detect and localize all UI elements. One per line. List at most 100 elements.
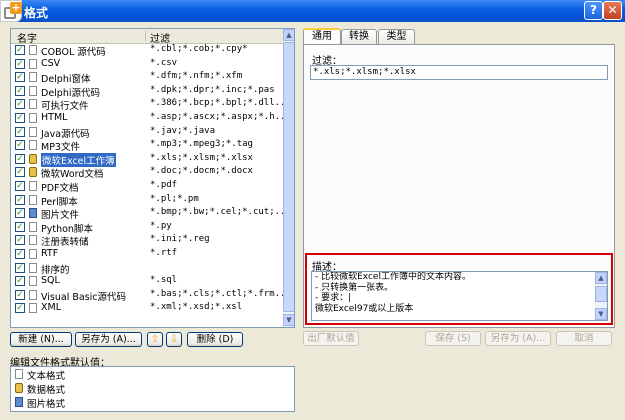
format-filter: *.rtf bbox=[150, 247, 178, 258]
scroll-thumb[interactable] bbox=[595, 286, 607, 302]
format-filter: *.py bbox=[150, 220, 172, 231]
enabled-checkbox[interactable]: ✓ bbox=[15, 153, 25, 164]
format-filter: *.pl;*.pm bbox=[150, 193, 199, 204]
scroll-down-arrow-icon[interactable]: ▼ bbox=[595, 308, 607, 320]
close-button[interactable]: ✕ bbox=[603, 1, 622, 20]
enabled-checkbox[interactable]: ✓ bbox=[15, 262, 25, 273]
enabled-checkbox[interactable]: ✓ bbox=[15, 221, 25, 232]
list-item[interactable]: ✓ Delphi源代码 *.dpk;*.dpr;*.inc;*.pas bbox=[11, 85, 283, 99]
title-bar: + 格式 ? ✕ bbox=[0, 0, 625, 22]
enabled-checkbox[interactable]: ✓ bbox=[15, 235, 25, 246]
format-name: Delphi窗体 bbox=[41, 74, 91, 86]
list-item[interactable]: ✓ Python脚本 *.py bbox=[11, 221, 283, 235]
enabled-checkbox[interactable]: ✓ bbox=[15, 85, 25, 96]
format-filter: *.doc;*.docm;*.docx bbox=[150, 166, 253, 177]
tab-general[interactable]: 通用 bbox=[303, 28, 341, 45]
enabled-checkbox[interactable]: ✓ bbox=[15, 194, 25, 205]
format-filter: *.bas;*.cls;*.ctl;*.frm... bbox=[150, 288, 291, 299]
delete-button[interactable]: 删除 (D) bbox=[187, 332, 243, 347]
enabled-checkbox[interactable]: ✓ bbox=[15, 112, 25, 123]
column-divider[interactable] bbox=[145, 31, 146, 41]
enabled-checkbox[interactable]: ✓ bbox=[15, 208, 25, 219]
down-arrow-icon: ⇩ bbox=[169, 334, 179, 345]
enabled-checkbox[interactable]: ✓ bbox=[15, 72, 25, 83]
enabled-checkbox[interactable]: ✓ bbox=[15, 276, 25, 287]
list-item[interactable]: ✓ Delphi窗体 *.dfm;*.nfm;*.xfm bbox=[11, 71, 283, 85]
save-button[interactable]: 保存 (S) bbox=[425, 331, 481, 346]
save-as-button[interactable]: 另存为 (A)... bbox=[75, 332, 142, 347]
enabled-checkbox[interactable]: ✓ bbox=[15, 140, 25, 151]
list-item[interactable]: ✓ RTF *.rtf bbox=[11, 248, 283, 262]
list-item[interactable]: ✓ MP3文件 *.mp3;*.mpeg3;*.tag bbox=[11, 139, 283, 153]
enabled-checkbox[interactable]: ✓ bbox=[15, 126, 25, 137]
list-item[interactable]: ✓ COBOL 源代码 *.cbl;*.cob;*.cpy* bbox=[11, 44, 283, 58]
enabled-checkbox[interactable]: ✓ bbox=[15, 99, 25, 110]
scroll-down-arrow-icon[interactable]: ▼ bbox=[283, 314, 294, 326]
enabled-checkbox[interactable]: ✓ bbox=[15, 180, 25, 191]
enabled-checkbox[interactable]: ✓ bbox=[15, 167, 25, 178]
list-item[interactable]: ✓ Perl脚本 *.pl;*.pm bbox=[11, 194, 283, 208]
format-filter: *.asp;*.ascx;*.aspx;*.h... bbox=[150, 111, 291, 122]
format-list[interactable]: 名字 过滤 ✓ COBOL 源代码 *.cbl;*.cob;*.cpy* ✓ CSV *.… bbox=[10, 28, 295, 328]
move-down-button[interactable]: ⇩ bbox=[166, 332, 182, 347]
scroll-up-arrow-icon[interactable]: ▲ bbox=[283, 29, 294, 41]
window-title: 格式 bbox=[24, 6, 49, 20]
file-icon bbox=[29, 112, 37, 123]
file-icon bbox=[29, 262, 37, 273]
enabled-checkbox[interactable]: ✓ bbox=[15, 289, 25, 300]
format-filter: *.dfm;*.nfm;*.xfm bbox=[150, 71, 243, 82]
enabled-checkbox[interactable]: ✓ bbox=[15, 248, 25, 259]
filter-input[interactable]: *.xls;*.xlsm;*.xlsx bbox=[310, 65, 608, 80]
description-scrollbar[interactable]: ▲ ▼ bbox=[595, 272, 607, 320]
list-item[interactable]: 数据格式 bbox=[11, 382, 294, 396]
database-icon bbox=[15, 383, 23, 393]
defaults-list[interactable]: 文本格式 数据格式图片格式 bbox=[10, 366, 295, 412]
format-filter: *.bmp;*.bw;*.cel;*.cut;... bbox=[150, 207, 291, 218]
file-icon bbox=[29, 235, 37, 246]
cancel-button[interactable]: 取消 bbox=[556, 331, 612, 346]
format-name: Java源代码 bbox=[41, 128, 90, 140]
list-item[interactable]: ✓ SQL *.sql bbox=[11, 275, 283, 289]
list-item[interactable]: ✓ Java源代码 *.jav;*.java bbox=[11, 126, 283, 140]
save-as-right-button[interactable]: 另存为 (A)... bbox=[485, 331, 551, 346]
list-item[interactable]: ✓ 可执行文件 *.386;*.bcp;*.bpl;*.dll... bbox=[11, 98, 291, 112]
description-textarea[interactable]: - 比较微软Excel工作簿中的文本内容。 - 只转换第一张表。 - 要求：| … bbox=[311, 271, 608, 321]
file-icon bbox=[29, 126, 37, 137]
list-item[interactable]: ✓ 微软Excel工作簿 *.xls;*.xlsm;*.xlsx bbox=[11, 152, 283, 167]
list-item[interactable]: 图片格式 bbox=[11, 396, 294, 410]
database-icon bbox=[29, 153, 37, 164]
help-button[interactable]: ? bbox=[584, 1, 603, 20]
column-header-filter[interactable]: 过滤 bbox=[150, 30, 170, 45]
list-item[interactable]: ✓ CSV *.csv bbox=[11, 58, 283, 72]
tab-type[interactable]: 类型 bbox=[378, 29, 415, 44]
tab-convert[interactable]: 转换 bbox=[341, 29, 377, 44]
move-up-button[interactable]: ⇧ bbox=[147, 332, 163, 347]
list-item[interactable]: ✓ 微软Word文档 *.doc;*.docm;*.docx bbox=[11, 166, 283, 180]
file-icon bbox=[29, 180, 37, 191]
scroll-thumb[interactable] bbox=[283, 42, 294, 312]
default-format-label: 图片格式 bbox=[27, 399, 66, 410]
format-name: RTF bbox=[41, 247, 59, 259]
list-item[interactable]: ✓ PDF文档 *.pdf bbox=[11, 180, 283, 194]
list-item[interactable]: ✓ 排序的 bbox=[11, 262, 283, 276]
new-button[interactable]: 新建 (N)... bbox=[10, 332, 72, 347]
plus-icon: + bbox=[10, 1, 22, 14]
format-name: PDF文档 bbox=[41, 182, 79, 194]
enabled-checkbox[interactable]: ✓ bbox=[15, 303, 25, 314]
column-header-name[interactable]: 名字 bbox=[17, 30, 37, 45]
enabled-checkbox[interactable]: ✓ bbox=[15, 58, 25, 69]
format-name: XML bbox=[41, 302, 61, 314]
factory-default-button[interactable]: 出厂默认值 bbox=[303, 331, 359, 346]
list-item[interactable]: ✓ 图片文件 *.bmp;*.bw;*.cel;*.cut;... bbox=[11, 207, 291, 221]
list-item[interactable]: 文本格式 bbox=[11, 368, 294, 382]
list-item[interactable]: ✓ XML *.xml;*.xsd;*.xsl bbox=[11, 302, 283, 316]
format-filter: *.386;*.bcp;*.bpl;*.dll... bbox=[150, 98, 291, 109]
format-filter: *.cbl;*.cob;*.cpy* bbox=[150, 44, 248, 54]
scroll-up-arrow-icon[interactable]: ▲ bbox=[595, 272, 607, 284]
enabled-checkbox[interactable]: ✓ bbox=[15, 45, 25, 55]
list-item[interactable]: ✓ 注册表转储 *.ini;*.reg bbox=[11, 234, 283, 248]
list-item[interactable]: ✓ HTML *.asp;*.ascx;*.aspx;*.h... bbox=[11, 112, 291, 126]
list-item[interactable]: ✓ Visual Basic源代码 *.bas;*.cls;*.ctl;*.frm.… bbox=[11, 289, 291, 303]
list-scrollbar[interactable]: ▲ ▼ bbox=[283, 29, 294, 327]
file-icon bbox=[15, 369, 23, 379]
